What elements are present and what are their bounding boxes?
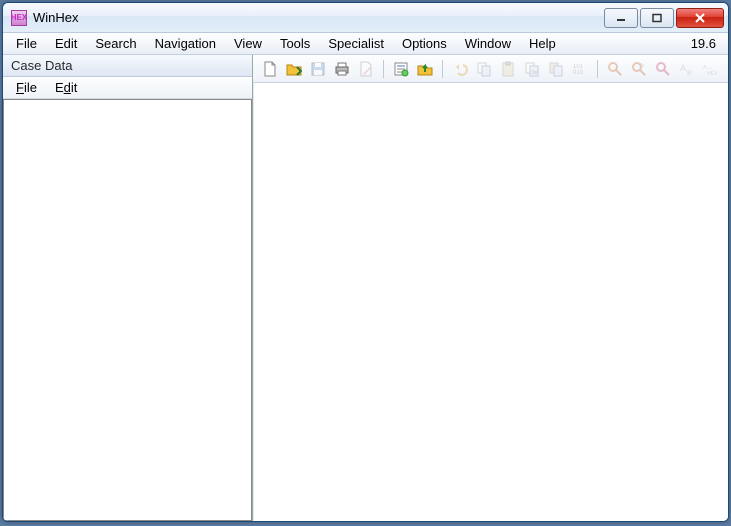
save-icon — [307, 58, 329, 80]
undo-icon — [449, 58, 471, 80]
body: Case Data File Edit — [3, 55, 728, 521]
panel-menu-edit[interactable]: Edit — [46, 78, 86, 97]
menu-navigation[interactable]: Navigation — [146, 34, 225, 53]
svg-text:A: A — [680, 63, 686, 73]
menu-help[interactable]: Help — [520, 34, 565, 53]
replace-icon: AB — [676, 58, 698, 80]
menu-window[interactable]: Window — [456, 34, 520, 53]
panel-content — [3, 99, 252, 521]
find-icon — [604, 58, 626, 80]
menu-view[interactable]: View — [225, 34, 271, 53]
editor-area[interactable] — [253, 83, 728, 521]
menu-options[interactable]: Options — [393, 34, 456, 53]
properties-icon[interactable] — [390, 58, 412, 80]
toolbar: 0x 101010 0x AB — [253, 55, 728, 83]
titlebar: HEX WinHex — [3, 3, 728, 33]
svg-text:B: B — [687, 70, 692, 77]
window-controls — [604, 8, 724, 28]
copy-block-icon — [473, 58, 495, 80]
clipboard-icon — [497, 58, 519, 80]
minimize-button[interactable] — [604, 8, 638, 28]
toolbar-separator — [597, 60, 598, 78]
print-icon[interactable] — [331, 58, 353, 80]
new-file-icon[interactable] — [259, 58, 281, 80]
open-folder-icon[interactable] — [283, 58, 305, 80]
svg-text:0x: 0x — [532, 70, 538, 76]
folder-up-icon[interactable] — [414, 58, 436, 80]
find-text-icon — [652, 58, 674, 80]
find-hex-icon: 0x — [628, 58, 650, 80]
write-icon — [355, 58, 377, 80]
menubar: File Edit Search Navigation View Tools S… — [3, 33, 728, 55]
replace-hex-icon: A→HEX — [700, 58, 722, 80]
paste-hex-icon — [545, 58, 567, 80]
svg-text:0x: 0x — [639, 63, 645, 69]
hex-values-icon: 101010 — [569, 58, 591, 80]
version-label: 19.6 — [683, 34, 724, 53]
close-button[interactable] — [676, 8, 724, 28]
copy-hex-icon: 0x — [521, 58, 543, 80]
menu-file[interactable]: File — [7, 34, 46, 53]
menu-specialist[interactable]: Specialist — [319, 34, 393, 53]
panel-menu-file[interactable]: File — [7, 78, 46, 97]
app-window: HEX WinHex File Edit Search Navigation V… — [2, 2, 729, 522]
main-area: 0x 101010 0x AB — [253, 55, 728, 521]
case-data-panel: Case Data File Edit — [3, 55, 253, 521]
toolbar-separator — [442, 60, 443, 78]
app-icon: HEX — [11, 10, 27, 26]
maximize-button[interactable] — [640, 8, 674, 28]
svg-text:HEX: HEX — [707, 71, 718, 77]
panel-menubar: File Edit — [3, 77, 252, 99]
panel-title: Case Data — [3, 55, 252, 77]
window-title: WinHex — [33, 10, 79, 25]
menu-tools[interactable]: Tools — [271, 34, 319, 53]
svg-text:010: 010 — [573, 70, 584, 76]
menu-search[interactable]: Search — [86, 34, 145, 53]
menu-edit[interactable]: Edit — [46, 34, 86, 53]
toolbar-separator — [383, 60, 384, 78]
